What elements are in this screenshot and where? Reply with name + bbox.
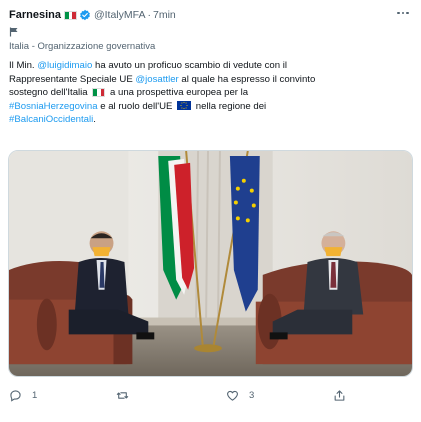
- reply-count: 1: [32, 389, 38, 401]
- tweet-text-line: #BosniaHerzegovina e al ruolo dell'UE ne…: [9, 100, 267, 112]
- separator-dot: ·: [147, 9, 151, 21]
- author-handle[interactable]: @ItalyMFA: [94, 9, 146, 21]
- tweet-photo[interactable]: [8, 150, 413, 377]
- like-button[interactable]: 3: [226, 388, 254, 402]
- tweet-timestamp[interactable]: 7min: [153, 9, 176, 21]
- like-icon: [227, 390, 238, 401]
- tweet-text-line: Rappresentante Speciale UE @josattler al…: [9, 73, 316, 85]
- tweet-text-line: #BalcaniOccidentali.: [9, 114, 96, 126]
- italy-flag-icon: [63, 10, 77, 20]
- like-count: 3: [249, 389, 255, 401]
- verified-badge-icon: [80, 9, 90, 21]
- mention-link-josattler[interactable]: @josattler: [135, 74, 178, 85]
- reply-icon: [10, 389, 21, 402]
- share-button[interactable]: [333, 388, 356, 402]
- tweet-header: Farnesina @ItalyMFA · 7min: [9, 8, 176, 22]
- hashtag-link-balcanioccidentali[interactable]: #BalcaniOccidentali: [9, 114, 93, 125]
- reply-button[interactable]: 1: [9, 388, 37, 402]
- tweet-card[interactable]: Farnesina @ItalyMFA · 7min Italia - Orga…: [0, 0, 421, 422]
- hashtag-link-bosniaherzegovina[interactable]: #BosniaHerzegovina: [9, 101, 98, 112]
- government-label-text: Italia - Organizzazione governativa: [9, 41, 156, 52]
- retweet-icon: [116, 391, 129, 399]
- tweet-actions: 1 3: [9, 388, 409, 402]
- author-name[interactable]: Farnesina: [9, 9, 61, 21]
- tweet-text-line: sostegno dell'Italia a una prospettiva e…: [9, 87, 249, 99]
- government-label: Italia - Organizzazione governativa: [9, 27, 155, 52]
- flag-icon: [9, 27, 18, 37]
- retweet-button[interactable]: [116, 388, 139, 402]
- italy-flag-emoji-icon: [92, 88, 106, 98]
- more-options-icon: [397, 11, 400, 15]
- share-icon: [334, 389, 345, 401]
- tweet-text-line: Il Min. @luigidimaio ha avuto un proficu…: [9, 60, 288, 71]
- mention-link-luigidimaio[interactable]: @luigidimaio: [37, 60, 92, 71]
- tweet-text: Il Min. @luigidimaio ha avuto un proficu…: [9, 59, 414, 127]
- eu-flag-emoji-icon: [177, 100, 192, 110]
- meeting-photo-image: [9, 151, 412, 376]
- more-options-button[interactable]: [395, 6, 411, 20]
